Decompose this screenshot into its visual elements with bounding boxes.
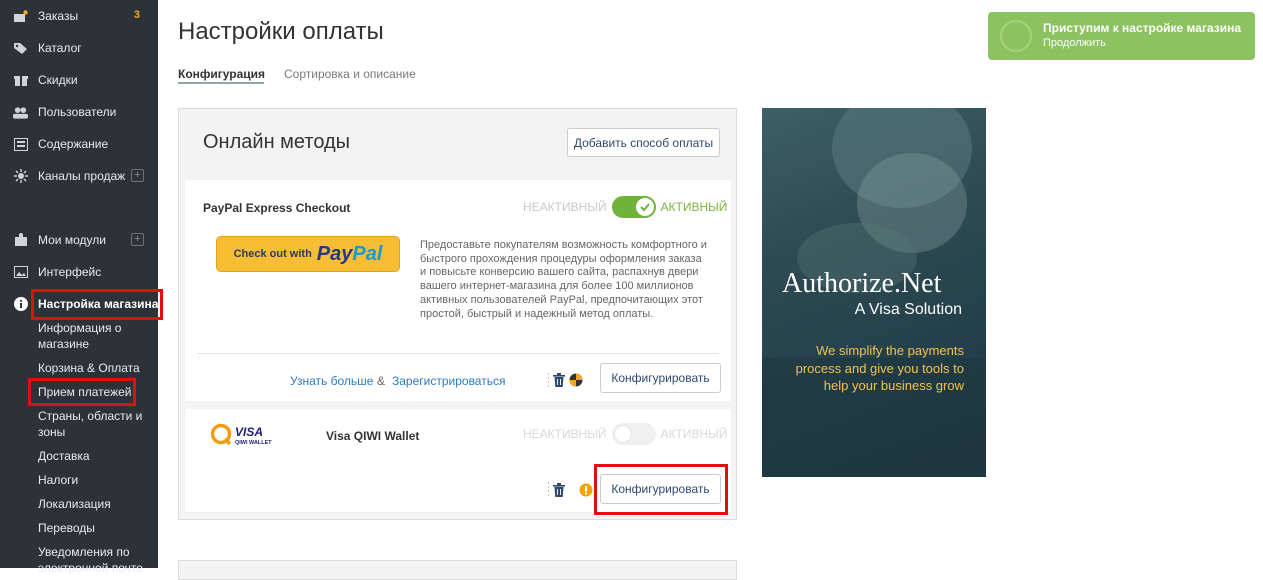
sidebar-item-label: Пользователи: [38, 105, 117, 119]
paypal-checkout-button: Check out with Pay Pal: [216, 236, 400, 272]
divider: [197, 353, 719, 354]
toggle-knob: [635, 198, 654, 216]
active-label: АКТИВНЫЙ: [660, 427, 728, 441]
users-icon: [13, 105, 28, 119]
sidebar-item-label: Заказы: [38, 9, 79, 23]
add-payment-method-button[interactable]: Добавить способ оплаты: [567, 128, 720, 157]
toggle-switch[interactable]: [611, 423, 656, 445]
sidebar-item-label: Скидки: [38, 73, 78, 87]
sidebar-subitem-taxes[interactable]: Налоги: [38, 472, 150, 488]
paypal-method-card: PayPal Express Checkout НЕАКТИВНЫЙ АКТИВ…: [185, 180, 731, 401]
inactive-label: НЕАКТИВНЫЙ: [523, 200, 607, 214]
sidebar-item-label: Мои модули: [38, 233, 106, 247]
payment-method-name: Visa QIWI Wallet: [326, 429, 420, 443]
trash-icon[interactable]: [553, 373, 565, 392]
next-panel: [178, 560, 737, 580]
add-channel-plus-icon[interactable]: +: [131, 169, 144, 182]
ad-text: We simplify the payments process and giv…: [795, 343, 964, 393]
sidebar-item-label: Каталог: [38, 41, 82, 55]
gift-icon: [13, 73, 28, 87]
paypal-status-toggle[interactable]: НЕАКТИВНЫЙ АКТИВНЫЙ: [523, 196, 727, 218]
orders-icon: [13, 9, 28, 23]
channels-icon: [13, 169, 28, 183]
setup-store-banner[interactable]: Приступим к настройке магазина Продолжит…: [988, 12, 1255, 60]
active-label: АКТИВНЫЙ: [660, 200, 728, 214]
sidebar-item-label: Интерфейс: [38, 265, 102, 279]
inactive-label: НЕАКТИВНЫЙ: [523, 427, 607, 441]
image-icon: [13, 265, 28, 279]
sidebar-item-label: Каналы продаж: [38, 169, 126, 183]
sidebar-item-my-modules[interactable]: Мои модули +: [0, 228, 158, 252]
learn-more-link[interactable]: Узнать больше: [290, 374, 373, 388]
sidebar-subitem-shipping[interactable]: Доставка: [38, 448, 150, 464]
tab-configuration[interactable]: Конфигурация: [178, 67, 265, 81]
sidebar-item-interface[interactable]: Интерфейс: [0, 260, 158, 284]
qiwi-status-toggle[interactable]: НЕАКТИВНЫЙ АКТИВНЫЙ: [523, 423, 727, 445]
qiwi-logo: VISA QIWI WALLET: [211, 423, 272, 446]
highlight-store-settings: [31, 289, 163, 320]
highlight-payment-acceptance: [28, 378, 136, 406]
sidebar-item-orders[interactable]: Заказы 3: [0, 4, 158, 28]
check-icon: [639, 203, 650, 212]
warning-icon: [579, 483, 593, 502]
sidebar-item-content[interactable]: Содержание: [0, 132, 158, 156]
online-methods-title: Онлайн методы: [203, 131, 351, 153]
qiwi-logo-visa-text: VISA: [235, 425, 263, 439]
trash-icon[interactable]: [553, 483, 565, 502]
sidebar-subitem-localization[interactable]: Локализация: [38, 496, 150, 512]
drag-handle-icon[interactable]: [547, 482, 550, 503]
orders-count-badge: 3: [133, 9, 140, 21]
sidebar-item-label: Содержание: [38, 137, 109, 151]
paypal-description: Предоставьте покупателям возможность ком…: [420, 239, 707, 320]
puzzle-icon: [13, 233, 28, 247]
toggle-switch[interactable]: [611, 196, 656, 218]
active-tab-indicator: [178, 82, 264, 84]
register-link[interactable]: Зарегистрироваться: [392, 374, 505, 388]
sidebar-item-sales-channels[interactable]: Каналы продаж +: [0, 164, 158, 188]
sidebar-subitem-countries[interactable]: Страны, области и зоны: [38, 408, 150, 440]
online-methods-panel: Онлайн методы Добавить способ оплаты Pay…: [178, 108, 737, 520]
ad-tagline: A Visa Solution: [854, 301, 962, 318]
setup-banner-continue[interactable]: Продолжить: [1043, 37, 1106, 49]
tag-icon: [13, 41, 28, 55]
ampersand: &: [377, 374, 386, 388]
sidebar-item-catalog[interactable]: Каталог: [0, 36, 158, 60]
authorize-net-ad[interactable]: Authorize.Net A Visa Solution We simplif…: [762, 108, 986, 477]
paypal-status-icon: [569, 373, 583, 392]
page-title: Настройки оплаты: [178, 18, 384, 45]
paypal-logo-pay: Pay: [316, 242, 353, 265]
sidebar-item-discounts[interactable]: Скидки: [0, 68, 158, 92]
ad-brand-name: Authorize.Net: [782, 268, 942, 299]
toggle-knob: [613, 425, 632, 443]
sidebar-item-users[interactable]: Пользователи: [0, 100, 158, 124]
sidebar-subitem-translations[interactable]: Переводы: [38, 520, 150, 536]
sidebar-subitem-store-info[interactable]: Информация о магазине: [38, 320, 150, 352]
sidebar-subitem-cart-payment[interactable]: Корзина & Оплата: [38, 360, 150, 376]
payment-method-name: PayPal Express Checkout: [203, 201, 351, 215]
content-icon: [13, 137, 28, 151]
sidebar: Заказы 3 Каталог Скидки Пользователи Сод…: [0, 0, 163, 575]
paypal-configure-button[interactable]: Конфигурировать: [600, 363, 721, 393]
add-module-plus-icon[interactable]: +: [131, 233, 144, 246]
tab-sorting-description[interactable]: Сортировка и описание: [284, 67, 416, 81]
paypal-checkout-text: Check out with: [233, 248, 312, 260]
qiwi-logo-wallet-text: QIWI WALLET: [235, 440, 272, 446]
progress-circle-icon: [1000, 20, 1032, 52]
info-icon: [13, 297, 28, 311]
setup-banner-title: Приступим к настройке магазина: [1043, 21, 1242, 35]
paypal-logo-pal: Pal: [352, 242, 383, 265]
highlight-qiwi-configure: [594, 464, 728, 515]
sidebar-subitem-email-notifications[interactable]: Уведомления по электронной почте: [38, 544, 150, 576]
drag-handle-icon[interactable]: [547, 373, 550, 394]
